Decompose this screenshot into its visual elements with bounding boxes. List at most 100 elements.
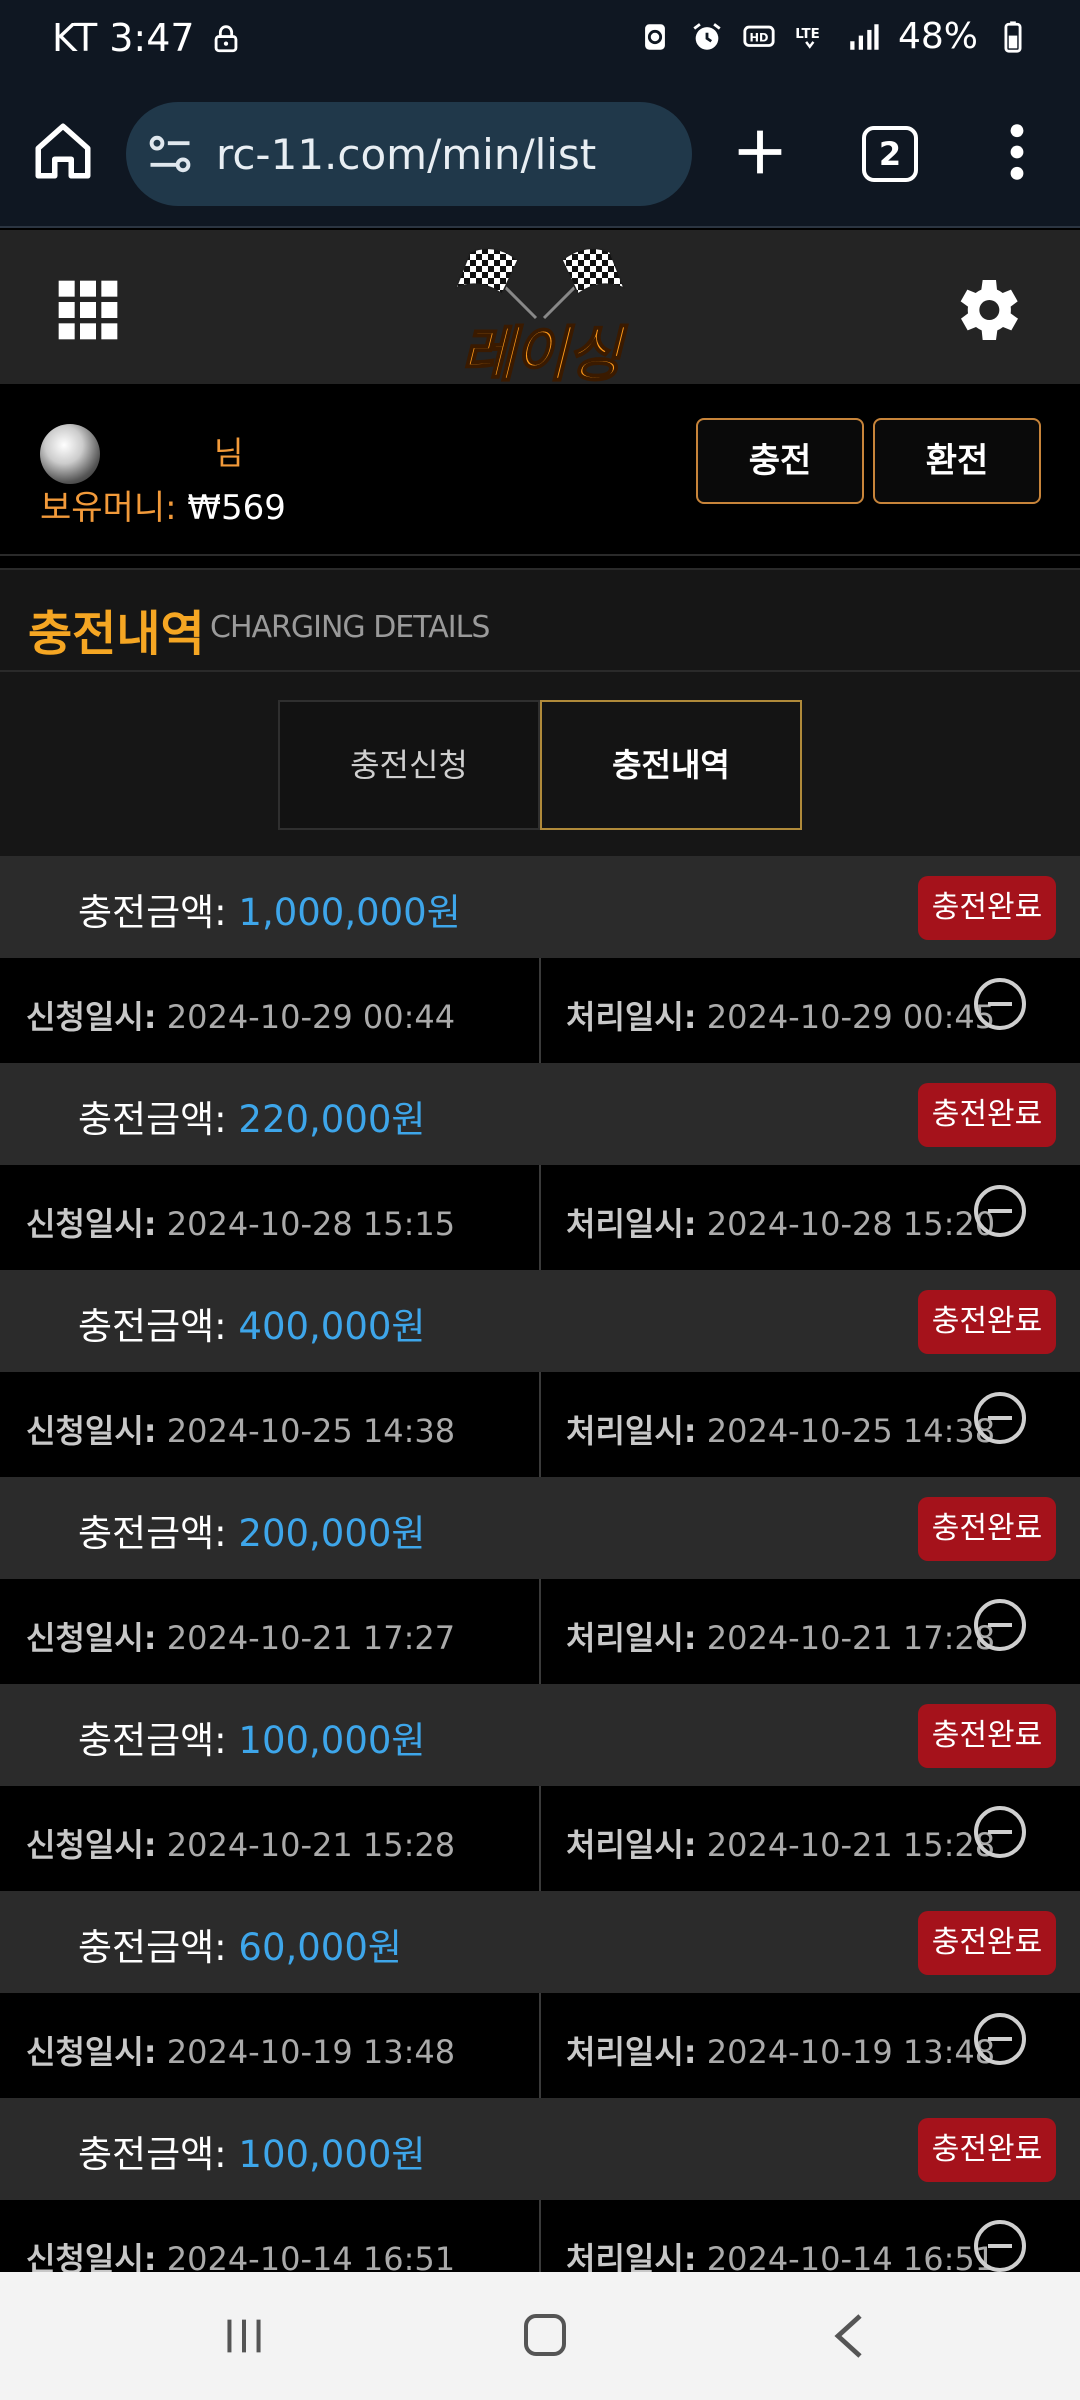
record-details: 신청일시: 2024-10-21 17:27 처리일시: 2024-10-21 1… xyxy=(0,1579,1080,1684)
requested-value: 2024-10-25 14:38 xyxy=(166,1412,456,1450)
processed-value: 2024-10-21 17:28 xyxy=(706,1619,996,1657)
processed-value: 2024-10-28 15:20 xyxy=(706,1205,996,1243)
balance-label: 보유머니: xyxy=(40,488,177,528)
processed-time: 처리일시: 2024-10-25 14:38 xyxy=(566,1406,995,1452)
record-details: 신청일시: 2024-10-19 13:48 처리일시: 2024-10-19 1… xyxy=(0,1993,1080,2098)
lock-icon xyxy=(214,25,237,53)
processed-value: 2024-10-29 00:45 xyxy=(706,998,996,1036)
record-details: 신청일시: 2024-10-28 15:15 처리일시: 2024-10-28 1… xyxy=(0,1165,1080,1270)
home-icon[interactable] xyxy=(30,118,96,184)
remove-icon[interactable] xyxy=(974,1806,1026,1858)
user-info: 님 보유머니: ₩569 충전 환전 xyxy=(0,384,1080,556)
requested-time: 신청일시: 2024-10-28 15:15 xyxy=(26,1199,455,1245)
charge-button[interactable]: 충전 xyxy=(696,418,864,504)
amount-value: 200,000원 xyxy=(238,1512,426,1555)
processed-label: 처리일시: xyxy=(566,1826,697,1864)
remove-icon[interactable] xyxy=(974,978,1026,1030)
processed-label: 처리일시: xyxy=(566,1205,697,1243)
balance: 보유머니: ₩569 xyxy=(40,480,286,529)
site-logo[interactable]: 레이싱 xyxy=(440,242,640,391)
status-badge: 충전완료 xyxy=(918,2118,1056,2182)
status-badge: 충전완료 xyxy=(918,1704,1056,1768)
record-header: 충전금액: 100,000원 충전완료 xyxy=(0,1684,1080,1786)
status-badge: 충전완료 xyxy=(918,876,1056,940)
section-header: 충전내역 CHARGING DETAILS xyxy=(0,568,1080,672)
column-divider xyxy=(539,1579,541,1684)
column-divider xyxy=(539,1372,541,1477)
amount: 충전금액: 400,000원 xyxy=(78,1296,425,1350)
record-header: 충전금액: 200,000원 충전완료 xyxy=(0,1477,1080,1579)
gear-icon[interactable] xyxy=(946,270,1026,350)
grid-menu-icon[interactable] xyxy=(56,278,120,342)
tab-charge-request[interactable]: 충전신청 xyxy=(278,700,540,830)
new-tab-icon[interactable] xyxy=(728,120,792,184)
amount: 충전금액: 100,000원 xyxy=(78,1710,425,1764)
processed-label: 처리일시: xyxy=(566,998,697,1036)
browser-toolbar: rc-11.com/min/list 2 xyxy=(0,80,1080,228)
home-button[interactable] xyxy=(524,2314,566,2356)
status-bar: KT 3:47 HD LTE 48% xyxy=(0,0,1080,80)
recent-apps-icon[interactable] xyxy=(222,2316,266,2356)
amount: 충전금액: 220,000원 xyxy=(78,1089,425,1143)
tab-switcher-button[interactable]: 2 xyxy=(862,126,918,182)
column-divider xyxy=(539,1165,541,1270)
amount-value: 220,000원 xyxy=(238,1098,426,1141)
remove-icon[interactable] xyxy=(974,2013,1026,2065)
amount-label: 충전금액: xyxy=(78,1512,227,1555)
amount: 충전금액: 60,000원 xyxy=(78,1917,402,1971)
amount: 충전금액: 1,000,000원 xyxy=(78,882,461,936)
requested-time: 신청일시: 2024-10-29 00:44 xyxy=(26,992,455,1038)
url-text[interactable]: rc-11.com/min/list xyxy=(216,130,596,179)
tab-bar: 충전신청 충전내역 xyxy=(0,672,1080,856)
processed-value: 2024-10-25 14:38 xyxy=(706,1412,996,1450)
sync-icon xyxy=(645,23,665,50)
remove-icon[interactable] xyxy=(974,1599,1026,1651)
more-menu-icon[interactable] xyxy=(1002,120,1032,184)
svg-text:HD: HD xyxy=(750,30,769,44)
remove-icon[interactable] xyxy=(974,1392,1026,1444)
record-details: 신청일시: 2024-10-21 15:28 처리일시: 2024-10-21 1… xyxy=(0,1786,1080,1891)
carrier-time: KT 3:47 xyxy=(52,16,195,60)
requested-time: 신청일시: 2024-10-21 15:28 xyxy=(26,1820,455,1866)
app-header: 레이싱 xyxy=(0,230,1080,391)
battery-percent: 48% xyxy=(897,16,978,57)
requested-value: 2024-10-19 13:48 xyxy=(166,2033,456,2071)
user-name-suffix: 님 xyxy=(214,434,244,472)
exchange-button[interactable]: 환전 xyxy=(873,418,1041,504)
requested-label: 신청일시: xyxy=(26,1619,157,1657)
requested-value: 2024-10-21 17:27 xyxy=(166,1619,456,1657)
address-bar[interactable]: rc-11.com/min/list xyxy=(126,102,692,206)
record-header: 충전금액: 220,000원 충전완료 xyxy=(0,1063,1080,1165)
remove-icon[interactable] xyxy=(974,1185,1026,1237)
record-header: 충전금액: 1,000,000원 충전완료 xyxy=(0,856,1080,958)
requested-label: 신청일시: xyxy=(26,1205,157,1243)
requested-time: 신청일시: 2024-10-21 17:27 xyxy=(26,1613,455,1659)
requested-value: 2024-10-29 00:44 xyxy=(166,998,456,1036)
processed-label: 처리일시: xyxy=(566,1619,697,1657)
requested-label: 신청일시: xyxy=(26,1412,157,1450)
column-divider xyxy=(539,1786,541,1891)
record-header: 충전금액: 400,000원 충전완료 xyxy=(0,1270,1080,1372)
status-badge: 충전완료 xyxy=(918,1290,1056,1354)
alarm-icon xyxy=(693,22,721,50)
amount-value: 100,000원 xyxy=(238,1719,426,1762)
svg-text:LTE: LTE xyxy=(795,27,820,42)
record-details: 신청일시: 2024-10-25 14:38 처리일시: 2024-10-25 1… xyxy=(0,1372,1080,1477)
status-left: KT 3:47 xyxy=(52,16,243,60)
logo-text: 레이싱 xyxy=(459,319,623,391)
remove-icon[interactable] xyxy=(974,2220,1026,2272)
site-settings-icon[interactable] xyxy=(144,128,196,180)
processed-time: 처리일시: 2024-10-21 17:28 xyxy=(566,1613,995,1659)
battery-icon xyxy=(1004,20,1022,53)
tab-charge-history[interactable]: 충전내역 xyxy=(540,700,802,830)
page-subtitle: CHARGING DETAILS xyxy=(210,610,490,645)
back-icon[interactable] xyxy=(830,2312,870,2360)
record-header: 충전금액: 100,000원 충전완료 xyxy=(0,2098,1080,2200)
amount: 충전금액: 100,000원 xyxy=(78,2124,425,2178)
hd-voice-icon: HD xyxy=(743,25,775,47)
requested-value: 2024-10-21 15:28 xyxy=(166,1826,456,1864)
amount-value: 60,000원 xyxy=(238,1926,402,1969)
processed-time: 처리일시: 2024-10-19 13:48 xyxy=(566,2027,995,2073)
signal-icon xyxy=(850,23,879,50)
amount-label: 충전금액: xyxy=(78,891,227,934)
